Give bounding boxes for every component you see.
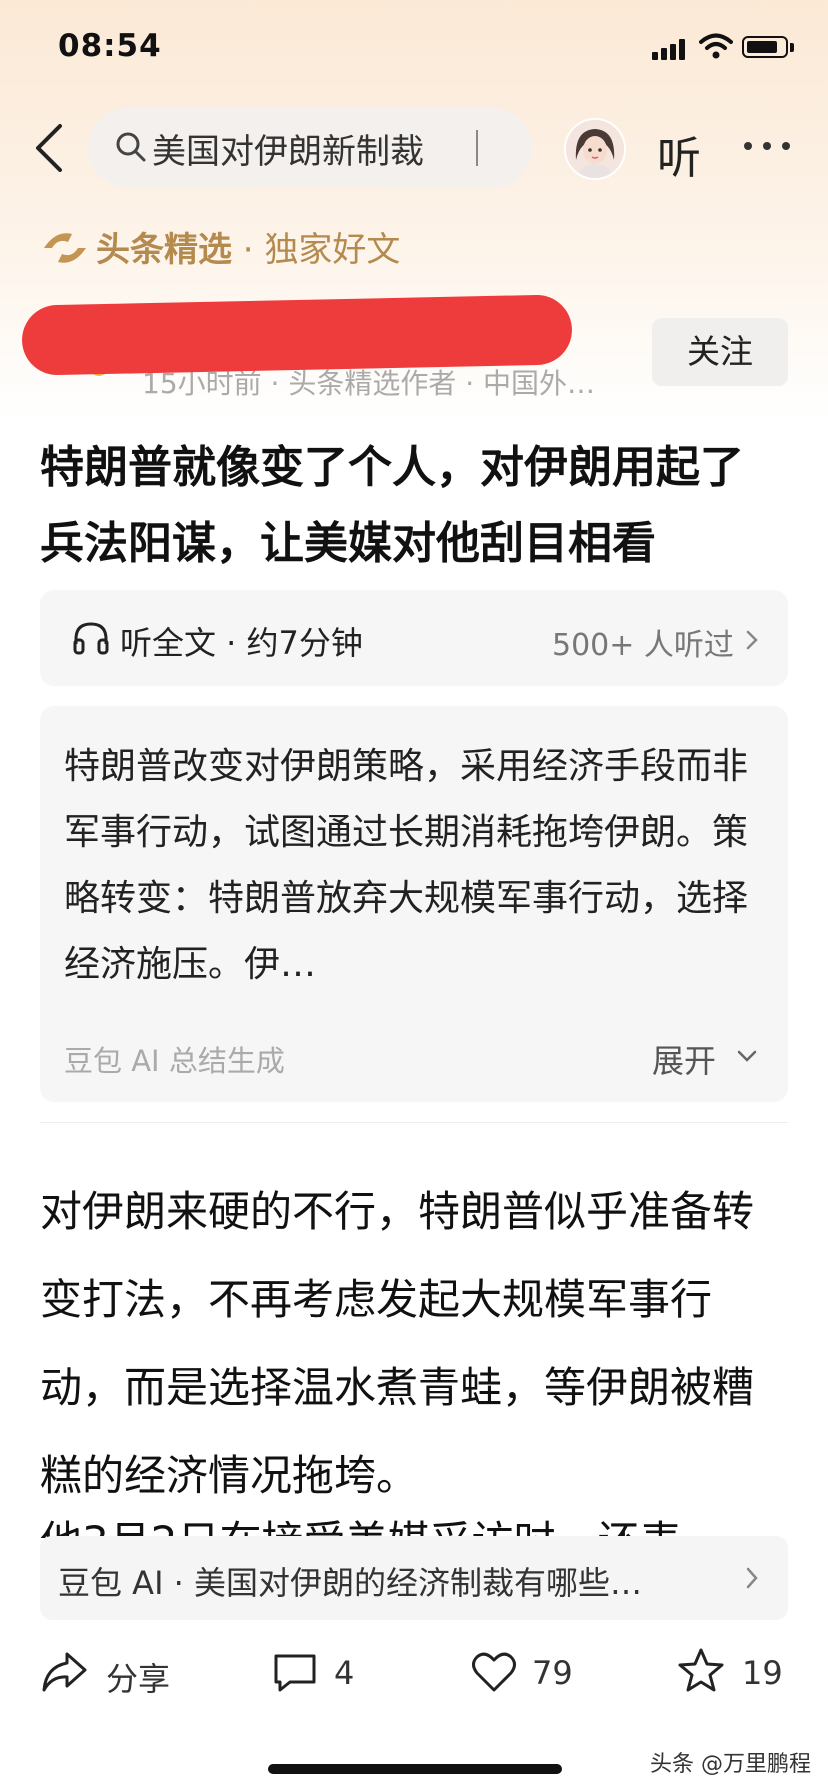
search-icon bbox=[116, 132, 146, 162]
search-divider bbox=[476, 130, 478, 166]
status-time: 08:54 bbox=[58, 28, 162, 64]
heart-icon[interactable] bbox=[470, 1650, 518, 1694]
share-icon[interactable] bbox=[40, 1650, 88, 1694]
favorite-count: 19 bbox=[742, 1654, 783, 1692]
share-label[interactable]: 分享 bbox=[106, 1654, 170, 1700]
comment-icon[interactable] bbox=[272, 1650, 318, 1694]
comment-count: 4 bbox=[334, 1654, 355, 1692]
article-body-next-line: 他3月2日在接受美媒采访时，还表 bbox=[40, 1498, 792, 1538]
article-body-paragraph: 对伊朗来硬的不行，特朗普似乎准备转变打法，不再考虑发起大规模军事行动，而是选择温… bbox=[40, 1187, 755, 1500]
chevron-down-icon bbox=[737, 1050, 757, 1062]
brand-line: 头条精选 · 独家好文 bbox=[96, 222, 400, 271]
search-query-text: 美国对伊朗新制裁 bbox=[152, 132, 424, 172]
section-divider bbox=[40, 1122, 788, 1123]
brand-tag: 独家好文 bbox=[264, 230, 401, 270]
cellular-signal-icon bbox=[652, 38, 688, 60]
toutiao-select-logo-icon bbox=[44, 233, 86, 263]
ai-summary-text: 特朗普改变对伊朗策略，采用经济手段而非军事行动，试图通过长期消耗拖垮伊朗。策略转… bbox=[64, 746, 749, 985]
watermark-text: 头条 @万里鹏程 bbox=[650, 1752, 811, 1777]
like-count: 79 bbox=[532, 1654, 573, 1692]
brand-name: 头条精选 bbox=[96, 230, 232, 270]
headphones-icon bbox=[73, 622, 109, 655]
battery-tip bbox=[790, 43, 794, 52]
expand-button[interactable]: 展开 bbox=[652, 1036, 716, 1082]
article-title: 特朗普就像变了个人，对伊朗用起了兵法阳谋，让美媒对他刮目相看 bbox=[40, 442, 744, 569]
chevron-right-icon bbox=[746, 1567, 758, 1589]
chevron-right-icon bbox=[746, 630, 758, 650]
more-options-icon[interactable] bbox=[744, 142, 790, 152]
ai-ask-text: 豆包 AI · 美国对伊朗的经济制裁有哪些… bbox=[58, 1564, 643, 1602]
assistant-avatar[interactable] bbox=[564, 118, 626, 180]
article-body-next-line-text: 他3月2日在接受美媒采访时，还表 bbox=[40, 1517, 681, 1538]
ai-summary-source: 豆包 AI 总结生成 bbox=[64, 1044, 285, 1078]
follow-button[interactable]: 关注 bbox=[652, 318, 788, 386]
home-indicator bbox=[268, 1764, 562, 1774]
brand-separator: · bbox=[232, 230, 265, 270]
star-icon[interactable] bbox=[676, 1646, 726, 1694]
listen-count: 500+ 人听过 bbox=[552, 628, 734, 663]
listen-button[interactable]: 听 bbox=[657, 122, 701, 186]
battery-icon bbox=[742, 36, 788, 58]
listen-card-label: 听全文 · 约7分钟 bbox=[120, 624, 363, 662]
redaction-mark bbox=[21, 294, 573, 376]
wifi-icon bbox=[699, 33, 733, 59]
back-arrow-icon[interactable] bbox=[30, 120, 70, 176]
